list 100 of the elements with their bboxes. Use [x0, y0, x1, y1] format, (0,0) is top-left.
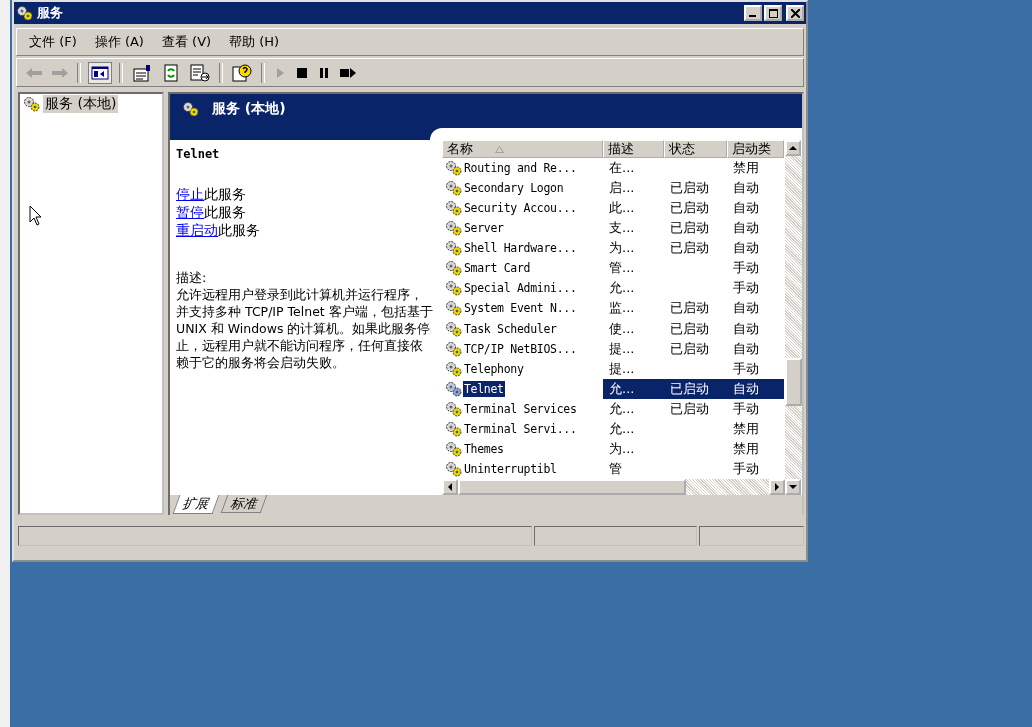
tree-toggle-icon[interactable] [89, 62, 111, 83]
table-cell: 已启动 [670, 199, 709, 218]
close-icon [790, 8, 800, 18]
table-cell: 手动 [733, 459, 759, 478]
table-cell: 允... [609, 399, 635, 418]
service-name-cell[interactable]: Task Scheduler [463, 320, 558, 337]
help-icon[interactable] [231, 62, 253, 83]
menu-item[interactable]: 查看 (V) [153, 33, 222, 51]
gear-icon [23, 96, 41, 112]
table-cell: 允... [609, 419, 635, 438]
gear-icon [445, 340, 463, 357]
scroll-down-button[interactable] [785, 479, 801, 495]
gear-icon [445, 320, 463, 337]
menu-item[interactable]: 操作 (A) [86, 33, 154, 51]
gear-icon [445, 400, 463, 417]
minimize-button[interactable] [744, 5, 762, 21]
table-cell: 已启动 [670, 179, 709, 198]
table-cell: 启... [609, 179, 635, 198]
table-cell: 为... [609, 239, 635, 258]
service-name: Telnet [176, 146, 221, 163]
table-cell: 自动 [733, 319, 759, 338]
pause-icon[interactable] [317, 65, 331, 80]
table-cell: 提... [609, 339, 635, 358]
scroll-thumb[interactable] [785, 358, 802, 406]
description-text: 允许远程用户登录到此计算机并运行程序，并支持多种 TCP/IP Telnet 客户端，包括基于 UNIX 和 Windows 的计算机。如果此服务停止，远程用户就不能访问程序，任何直接依赖于它的服务将会启动失败。 [176, 286, 434, 371]
table-cell: 禁用 [733, 419, 759, 438]
down-arrow-icon [789, 484, 797, 490]
gear-icon [445, 300, 463, 317]
refresh-icon[interactable] [161, 62, 181, 83]
service-name-cell[interactable]: Special Admini... [463, 280, 578, 297]
window-title: 服务 [37, 4, 64, 22]
gear-icon [16, 5, 34, 21]
maximize-button[interactable] [764, 5, 782, 21]
table-cell: 手动 [733, 359, 759, 378]
table-cell: 手动 [733, 399, 759, 418]
close-button[interactable] [786, 5, 804, 21]
table-cell: 提... [609, 359, 635, 378]
sort-icon [495, 145, 504, 153]
table-cell: 禁用 [733, 159, 759, 178]
action-link[interactable]: 重启动 [176, 222, 218, 238]
gear-icon [445, 200, 463, 217]
service-name-cell[interactable]: Uninterruptibl [463, 460, 558, 477]
gear-icon [445, 360, 463, 377]
scroll-up-button[interactable] [785, 140, 801, 156]
gear-icon [445, 240, 463, 257]
scroll-right-button[interactable] [769, 479, 785, 495]
up-arrow-icon [789, 145, 797, 151]
table-cell: 已启动 [670, 339, 709, 358]
column-header[interactable]: 描述 [603, 140, 664, 158]
table-cell: 允... [609, 279, 635, 298]
gear-icon [445, 260, 463, 277]
menu-item[interactable]: 帮助 (H) [221, 33, 290, 51]
table-cell: 手动 [733, 279, 759, 298]
table-cell: 自动 [733, 239, 759, 258]
service-name-cell[interactable]: Secondary Logon [463, 180, 565, 197]
action-text: 重启动此服务 [176, 221, 261, 239]
service-name-cell[interactable]: Terminal Servi... [463, 420, 578, 437]
action-text: 停止此服务 [176, 185, 247, 203]
gear-icon [445, 220, 463, 237]
description-label: 描述: [176, 269, 208, 286]
table-cell: 使... [609, 319, 635, 338]
service-name-cell[interactable]: Terminal Services [463, 400, 578, 417]
gear-icon [445, 380, 463, 397]
service-name-cell[interactable]: Telnet [463, 380, 505, 397]
scroll-left-button[interactable] [442, 479, 458, 495]
table-cell: 已启动 [670, 219, 709, 238]
restart-icon[interactable] [339, 65, 357, 80]
left-arrow-icon [447, 483, 453, 491]
view-tab[interactable]: 标准 [220, 495, 268, 513]
gear-icon [445, 440, 463, 457]
service-name-cell[interactable]: Security Accou... [463, 200, 578, 217]
table-cell: 已启动 [670, 399, 709, 418]
service-name-cell[interactable]: Routing and Re... [463, 160, 578, 177]
service-name-cell[interactable]: Telephony [463, 360, 525, 377]
export-list-icon[interactable] [189, 62, 211, 83]
gear-icon [445, 280, 463, 297]
properties-icon[interactable] [131, 62, 153, 83]
service-name-cell[interactable]: TCP/IP NetBIOS... [463, 340, 578, 357]
maximize-icon [768, 8, 778, 18]
action-link[interactable]: 暂停 [176, 204, 204, 220]
vertical-scrollbar[interactable] [785, 140, 802, 495]
action-link[interactable]: 停止 [176, 186, 204, 202]
column-header[interactable]: 状态 [664, 140, 727, 158]
view-tab[interactable]: 扩展 [172, 495, 220, 514]
stop-icon[interactable] [295, 65, 309, 80]
table-cell: 在... [609, 159, 635, 178]
column-header[interactable]: 名称 [442, 140, 603, 158]
tree-item[interactable]: 服务 (本地) [43, 95, 119, 113]
gear-icon [445, 160, 463, 177]
service-name-cell[interactable]: Smart Card [463, 260, 532, 277]
service-name-cell[interactable]: Themes [463, 440, 505, 457]
horizontal-scrollbar[interactable] [442, 479, 785, 496]
service-name-cell[interactable]: System Event N... [463, 300, 578, 317]
menu-item[interactable]: 文件 (F) [21, 33, 87, 51]
scroll-thumb[interactable] [458, 479, 686, 496]
service-name-cell[interactable]: Server [463, 220, 505, 237]
table-cell: 已启动 [670, 319, 709, 338]
column-header[interactable]: 启动类 [727, 140, 784, 158]
service-name-cell[interactable]: Shell Hardware... [463, 240, 578, 257]
table-cell: 自动 [733, 379, 759, 398]
